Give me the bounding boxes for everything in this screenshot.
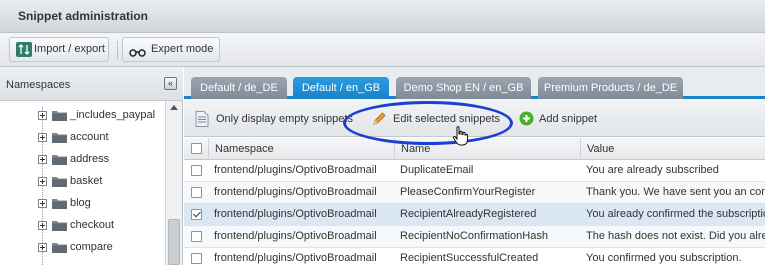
table-row[interactable]: frontend/plugins/OptivoBroadmail PleaseC…: [184, 182, 765, 204]
scroll-up-icon[interactable]: [170, 105, 178, 110]
expand-icon[interactable]: [38, 221, 47, 230]
cell-name: RecipientNoConfirmationHash: [400, 230, 548, 242]
folder-icon: [52, 110, 67, 121]
expand-icon[interactable]: [38, 155, 47, 164]
folder-icon: [52, 176, 67, 187]
only-empty-snippets-label: Only display empty snippets: [216, 113, 353, 125]
tab-premium-products-de[interactable]: Premium Products / de_DE: [538, 77, 683, 99]
tree-item-label: _includes_paypal: [70, 109, 156, 121]
expand-icon[interactable]: [38, 243, 47, 252]
add-snippet-button[interactable]: Add snippet: [519, 107, 609, 131]
row-checkbox[interactable]: [191, 187, 202, 198]
cell-namespace: frontend/plugins/OptivoBroadmail: [214, 252, 377, 264]
import-export-button[interactable]: Import / export: [9, 37, 109, 62]
folder-icon: [52, 242, 67, 253]
column-header-namespace[interactable]: Namespace: [208, 138, 394, 160]
tree-item-label: address: [70, 153, 110, 165]
collapse-panel-button[interactable]: «: [164, 77, 177, 90]
toolbar-separator: [117, 41, 118, 59]
row-checkbox[interactable]: [191, 165, 202, 176]
cell-name: RecipientSuccessfulCreated: [400, 252, 539, 264]
import-export-label: Import / export: [34, 43, 105, 55]
add-icon: [519, 111, 534, 135]
folder-icon: [52, 220, 67, 231]
row-checkbox[interactable]: [191, 209, 202, 220]
expand-icon[interactable]: [38, 199, 47, 208]
namespace-panel-title: Namespaces: [6, 79, 71, 91]
namespace-panel: Namespaces « _includes_paypal account ad…: [0, 67, 183, 265]
column-header-value[interactable]: Value: [580, 138, 765, 160]
cell-value: You already confirmed the subscriptio: [586, 208, 765, 220]
import-export-icon: [16, 42, 32, 57]
cell-value: The hash does not exist. Did you alre: [586, 230, 765, 242]
annotation-ellipse: [343, 101, 513, 145]
tree-item-label: checkout: [70, 219, 115, 231]
only-empty-snippets-button[interactable]: Only display empty snippets: [195, 107, 365, 131]
table-row[interactable]: frontend/plugins/OptivoBroadmail Recipie…: [184, 248, 765, 265]
folder-icon: [52, 132, 67, 143]
top-toolbar: Import / export Expert mode: [0, 33, 765, 67]
add-snippet-label: Add snippet: [539, 113, 598, 125]
folder-icon: [52, 154, 67, 165]
namespace-panel-header: Namespaces «: [0, 67, 183, 101]
expand-icon[interactable]: [38, 133, 47, 142]
scroll-thumb[interactable]: [168, 219, 180, 265]
row-checkbox[interactable]: [191, 253, 202, 264]
document-icon: [195, 111, 209, 136]
folder-icon: [52, 198, 67, 209]
tab-default-de[interactable]: Default / de_DE: [191, 77, 287, 99]
table-row[interactable]: frontend/plugins/OptivoBroadmail Recipie…: [184, 204, 765, 226]
cell-namespace: frontend/plugins/OptivoBroadmail: [214, 186, 377, 198]
tree-item-label: account: [70, 131, 109, 143]
cell-namespace: frontend/plugins/OptivoBroadmail: [214, 208, 377, 220]
namespace-scrollbar[interactable]: [165, 101, 182, 265]
table-row[interactable]: frontend/plugins/OptivoBroadmail Recipie…: [184, 226, 765, 248]
expert-mode-button[interactable]: Expert mode: [122, 37, 220, 62]
cell-value: You are already subscribed: [586, 164, 719, 176]
cell-namespace: frontend/plugins/OptivoBroadmail: [214, 164, 377, 176]
cell-name: PleaseConfirmYourRegister: [400, 186, 536, 198]
select-all-checkbox[interactable]: [191, 143, 202, 154]
tree-item-label: basket: [70, 175, 103, 187]
cell-namespace: frontend/plugins/OptivoBroadmail: [214, 230, 377, 242]
tree-item-label: blog: [70, 197, 91, 209]
cell-name: RecipientAlreadyRegistered: [400, 208, 537, 220]
shop-tabs: Default / de_DE Default / en_GB Demo Sho…: [184, 67, 765, 99]
expand-icon[interactable]: [38, 177, 47, 186]
tree-connector-line: [42, 107, 43, 265]
glasses-icon: [129, 44, 146, 59]
tab-default-en[interactable]: Default / en_GB: [293, 77, 389, 99]
cell-name: DuplicateEmail: [400, 164, 474, 176]
cell-value: You confirmed you subscription.: [586, 252, 742, 264]
row-checkbox[interactable]: [191, 231, 202, 242]
window-titlebar: Snippet administration: [0, 0, 765, 33]
tree-item-label: compare: [70, 241, 113, 253]
tab-demo-shop-en[interactable]: Demo Shop EN / en_GB: [396, 77, 531, 99]
cell-value: Thank you. We have sent you an con: [586, 186, 765, 198]
hand-cursor-icon: [452, 126, 468, 149]
window-title: Snippet administration: [18, 9, 149, 23]
table-row[interactable]: frontend/plugins/OptivoBroadmail Duplica…: [184, 160, 765, 182]
expert-mode-label: Expert mode: [151, 43, 214, 55]
expand-icon[interactable]: [38, 111, 47, 120]
